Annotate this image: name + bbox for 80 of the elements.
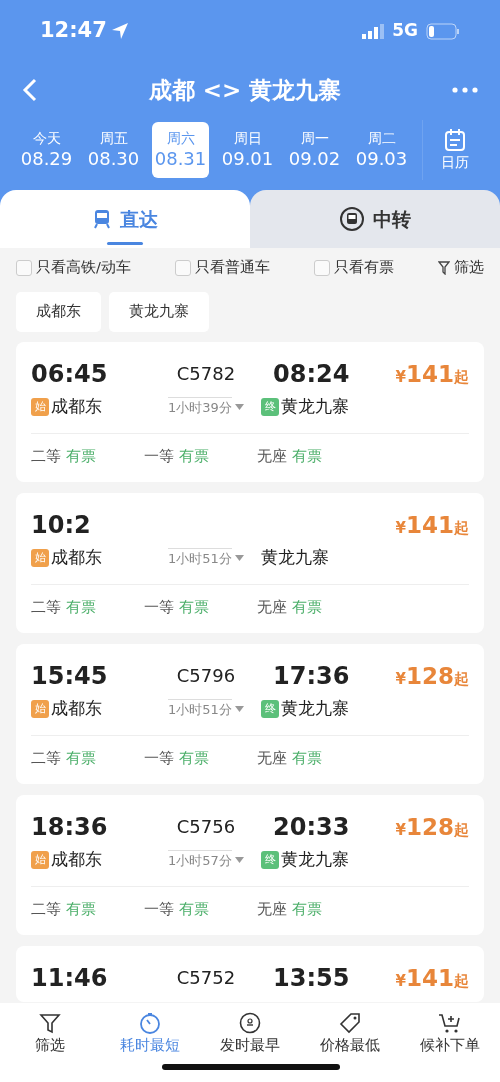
duration[interactable]: 1小时51分: [168, 547, 232, 566]
price: ¥141起: [395, 510, 469, 540]
dropdown-caret-icon[interactable]: [234, 403, 244, 410]
calendar-icon: [444, 127, 466, 152]
sort-tab[interactable]: 筛选: [0, 1003, 100, 1082]
seat-availability: 无座 有票: [257, 749, 322, 769]
train-number: C5752: [176, 967, 236, 989]
seat-availability: 一等 有票: [144, 749, 210, 769]
dropdown-caret-icon[interactable]: [234, 856, 244, 863]
depart-time: 18:36: [31, 811, 109, 843]
station-chip[interactable]: 成都东: [16, 292, 101, 332]
filter-checkbox[interactable]: 只看普通车: [174, 257, 270, 279]
seat-availability: 一等 有票: [144, 447, 210, 467]
seat-availability: 无座 有票: [257, 598, 322, 618]
more-icon[interactable]: [452, 87, 478, 93]
sort-tab[interactable]: 候补下单: [400, 1003, 500, 1082]
train-card[interactable]: 15:45 C5796 17:36 ¥128起 始 成都东 1小时51分 终 黄龙九寨 二等 有票 一等 有票 无座 有票: [16, 643, 484, 784]
seat-availability: 二等 有票: [31, 900, 97, 920]
back-icon[interactable]: [22, 78, 38, 102]
battery-icon: [426, 22, 460, 40]
arrival-station: 终 黄龙九寨: [261, 393, 391, 420]
filter-checkbox[interactable]: 只看有票: [313, 257, 394, 279]
departure-station: 始 成都东: [31, 544, 151, 571]
arrive-time: 17:36: [273, 661, 350, 690]
arrive-time: 08:24: [273, 359, 350, 388]
seat-availability: 一等 有票: [144, 598, 210, 618]
train-card[interactable]: 10:2 ¥141起 始 成都东 1小时51分 黄龙九寨 二等 有票 一等 有票 无座 有票: [16, 492, 484, 633]
train-card[interactable]: 06:45 C5782 08:24 ¥141起 始 成都东 1小时39分 终 黄龙九寨 二等 有票 一等 有票 无座 有票: [16, 341, 484, 482]
train-card[interactable]: 18:36 C5756 20:33 ¥128起 始 成都东 1小时57分 终 黄龙九寨 二等 有票 一等 有票 无座 有票: [16, 794, 484, 935]
transfer-train-icon: [339, 206, 365, 232]
depart-time: 11:46: [31, 962, 109, 994]
route-title: 成都 <> 黄龙九寨: [148, 75, 342, 105]
arrive-time: 20:33: [273, 812, 350, 841]
train-icon: [92, 209, 112, 229]
seat-availability: 无座 有票: [257, 447, 322, 467]
duration[interactable]: 1小时57分: [168, 849, 232, 868]
arrival-station: 终 黄龙九寨: [261, 846, 391, 873]
arrival-station: 终 黄龙九寨: [261, 695, 391, 722]
seat-availability: 一等 有票: [144, 900, 210, 920]
network-label: 5G: [392, 19, 418, 43]
sort-tab[interactable]: 发时最早: [200, 1003, 300, 1082]
train-number: C5756: [176, 816, 236, 838]
seat-availability: 二等 有票: [31, 447, 97, 467]
price: ¥128起: [395, 661, 469, 691]
location-arrow-icon: [110, 22, 129, 40]
depart-time: 10:2: [31, 509, 92, 541]
arrive-time: 13:55: [273, 963, 350, 992]
departure-station: 始 成都东: [31, 393, 151, 420]
train-number: C5796: [176, 665, 236, 687]
arrival-station: 黄龙九寨: [261, 545, 330, 569]
train-card[interactable]: 11:46 C5752 13:55 ¥141起: [16, 945, 484, 1002]
mode-tab[interactable]: 中转: [250, 190, 500, 248]
departure-station: 始 成都东: [31, 846, 151, 873]
station-chip[interactable]: 黄龙九寨: [109, 292, 209, 332]
train-number: C5782: [176, 363, 236, 385]
dropdown-caret-icon[interactable]: [234, 554, 244, 561]
price: ¥128起: [395, 812, 469, 842]
duration[interactable]: 1小时39分: [168, 396, 232, 415]
seat-availability: 二等 有票: [31, 749, 97, 769]
filter-link[interactable]: 筛选: [438, 257, 484, 279]
clock-time: 12:47: [40, 17, 107, 45]
sort-tab[interactable]: 耗时最短: [100, 1003, 200, 1082]
sort-tab[interactable]: 价格最低: [300, 1003, 400, 1082]
seat-availability: 无座 有票: [257, 900, 322, 920]
departure-station: 始 成都东: [31, 695, 151, 722]
cart-icon: [438, 1011, 462, 1034]
price-tag-icon: [338, 1011, 362, 1034]
mode-tab[interactable]: 直达: [0, 190, 250, 248]
signal-icon: [362, 23, 385, 39]
dropdown-caret-icon[interactable]: [234, 705, 244, 712]
depart-time: 15:45: [31, 660, 109, 692]
duration[interactable]: 1小时51分: [168, 698, 232, 717]
depart-time: 06:45: [31, 358, 109, 390]
price: ¥141起: [395, 963, 469, 993]
seat-availability: 二等 有票: [31, 598, 97, 618]
filter-checkbox[interactable]: 只看高铁/动车: [16, 257, 131, 279]
filter-icon: [39, 1011, 61, 1034]
timer-icon: [139, 1011, 161, 1034]
price: ¥141起: [395, 359, 469, 389]
filter-icon: [438, 261, 450, 275]
